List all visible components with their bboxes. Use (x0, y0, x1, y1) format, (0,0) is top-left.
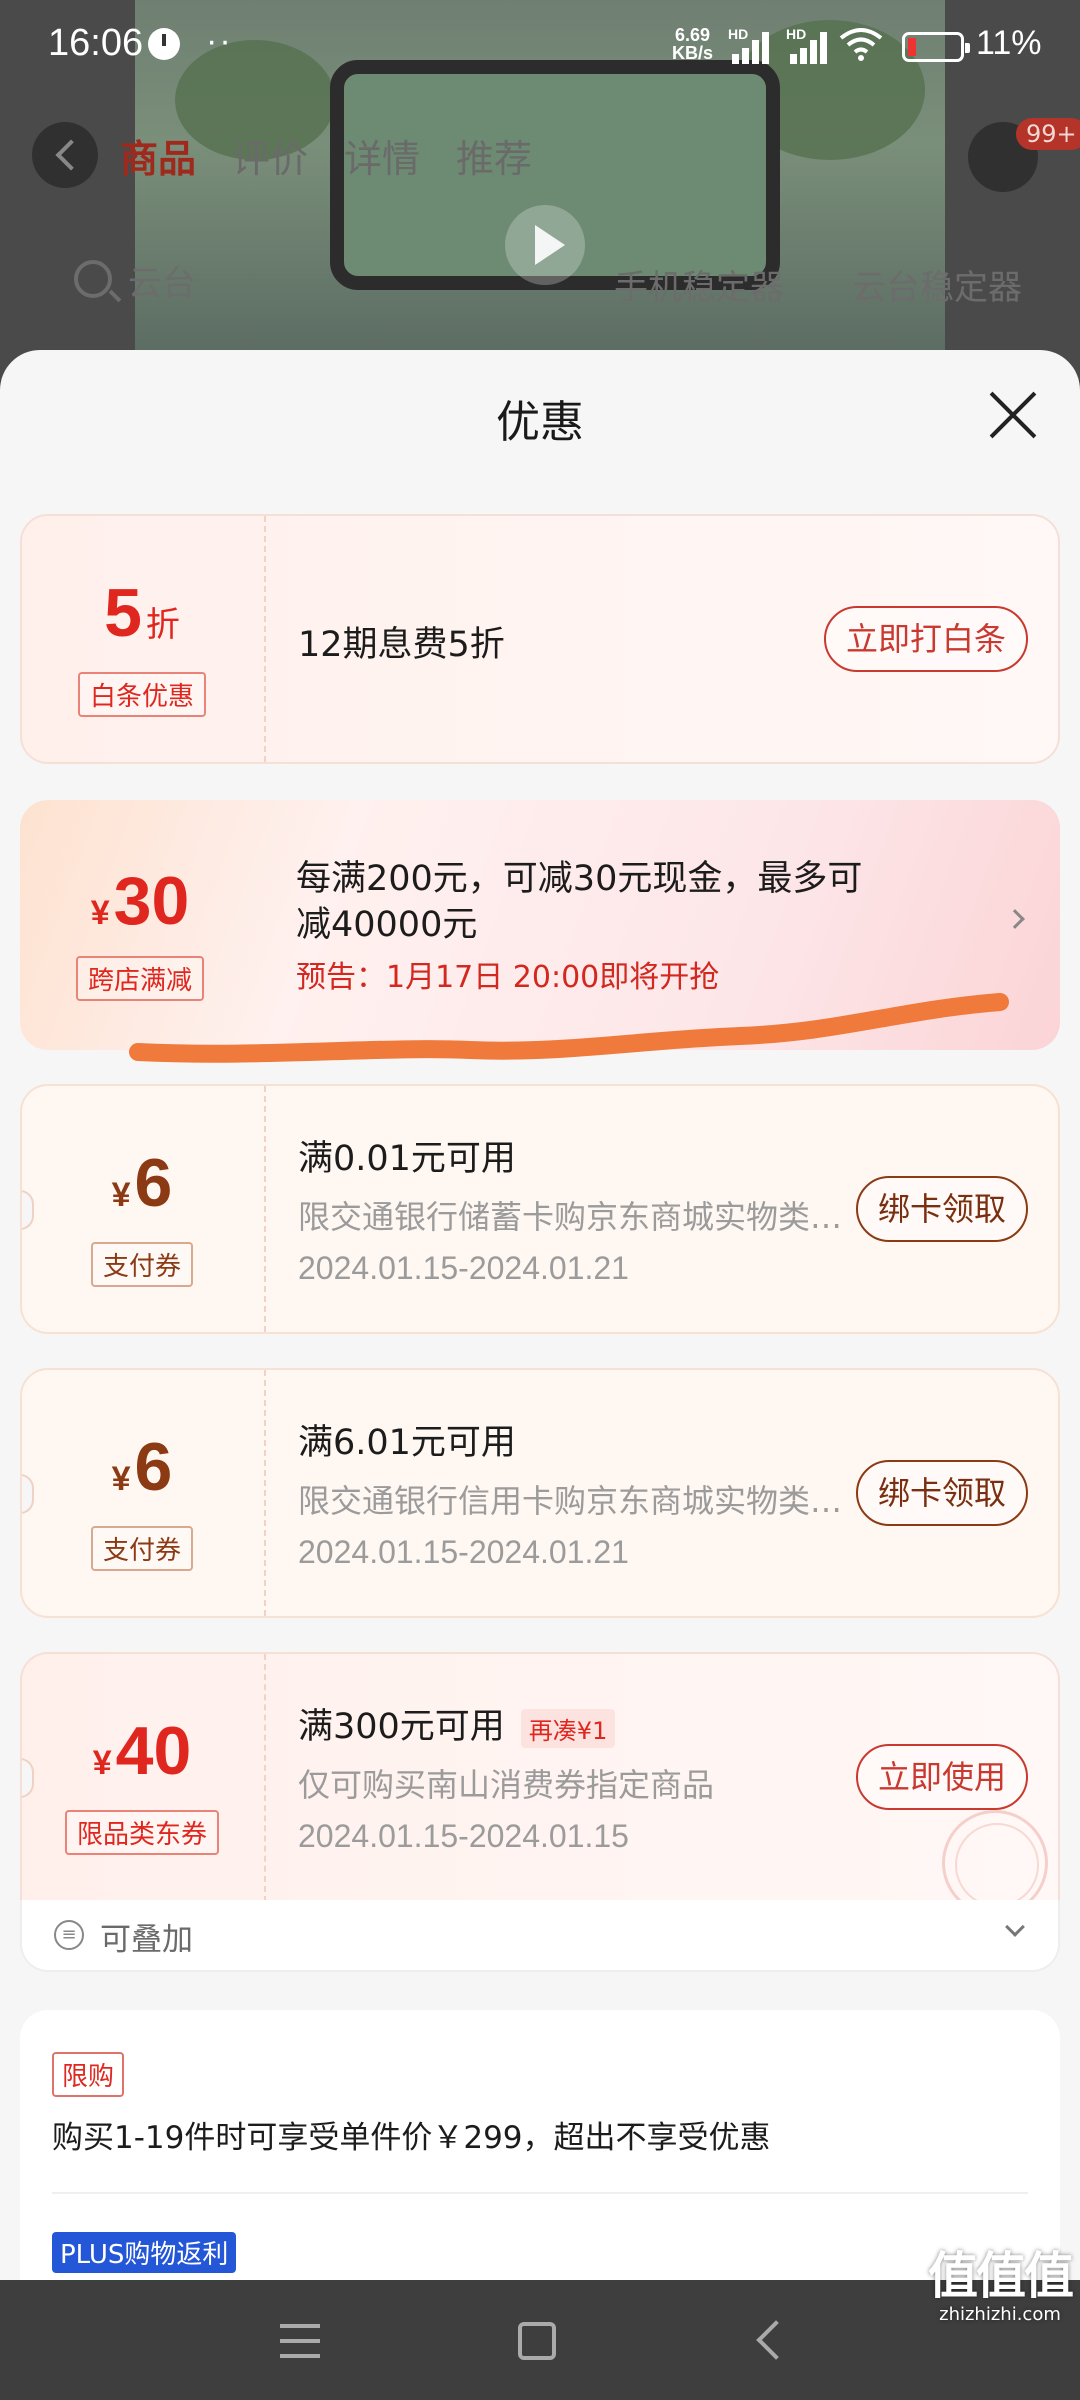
coupon-tag: 限品类东券 (64, 1810, 220, 1855)
watermark-logo: 值值值 zhizhizhi.com (928, 2247, 1074, 2325)
coupon-desc-line-2: 减40000元 (296, 905, 478, 945)
stack-icon: ≡ (54, 1920, 84, 1950)
battery-icon (902, 32, 970, 62)
back-icon[interactable] (32, 122, 98, 188)
coupon-tag: 跨店满减 (75, 956, 205, 1001)
purchase-limit-section: 限购 购买1-19件时可享受单件价￥299，超出不享受优惠 PLUS购物返利 (20, 2010, 1060, 2280)
back-nav-icon[interactable] (756, 2320, 796, 2360)
coupon-tag: 支付券 (90, 1242, 194, 1287)
tab-product[interactable]: 商品 (120, 128, 196, 183)
coupon-restriction: 限交通银行信用卡购京东商城实物类… (298, 1482, 843, 1520)
status-time: 16:06 (48, 22, 144, 64)
coupon-threshold: 满0.01元可用 (298, 1139, 516, 1179)
divider (264, 1654, 266, 1902)
status-bar: 16:06 ·· 6.69 KB/s HD HD 11% (0, 0, 1080, 92)
chevron-right-icon[interactable] (1005, 909, 1025, 929)
sheet-title: 优惠 (496, 397, 584, 448)
divider (264, 516, 266, 762)
tab-recommend[interactable]: 推荐 (456, 128, 532, 183)
baitiao-button[interactable]: 立即打白条 (823, 606, 1028, 672)
chevron-down-icon[interactable] (1005, 1917, 1025, 1937)
divider (264, 1086, 266, 1332)
coupon-amount: ¥40 (92, 1713, 192, 1789)
alarm-clock-icon (148, 28, 180, 60)
coupon-amount: ¥30 (90, 863, 190, 939)
add-more-badge: 再凑¥1 (520, 1708, 616, 1748)
coupon-restriction: 仅可购买南山消费券指定商品 (298, 1766, 715, 1804)
search-tag-2[interactable]: 云台稳定器 (852, 260, 1022, 309)
coupon-card-pay-debit: ¥6 支付券 满0.01元可用 限交通银行储蓄卡购京东商城实物类… 2024.0… (20, 1084, 1060, 1334)
coupon-amount: ¥6 (111, 1145, 173, 1221)
coupon-amount: ¥6 (111, 1429, 173, 1505)
use-now-button[interactable]: 立即使用 (855, 1744, 1028, 1810)
recent-apps-icon[interactable] (280, 2324, 320, 2358)
signal-1-icon (728, 28, 776, 64)
search-query[interactable]: 云台 (128, 256, 196, 305)
coupon-desc-line-1: 每满200元，可减30元现金，最多可 (296, 859, 863, 899)
coupon-tag: 白条优惠 (77, 672, 207, 717)
coupon-validity: 2024.01.15-2024.01.15 (298, 1818, 629, 1854)
tab-details[interactable]: 详情 (344, 128, 420, 183)
coupon-threshold: 满6.01元可用 (298, 1423, 516, 1463)
stackable-row[interactable]: ≡ 可叠加 (20, 1900, 1060, 1972)
search-tag-1[interactable]: 手机稳定器 (614, 260, 784, 309)
divider (52, 2192, 1028, 2194)
signal-2-icon (786, 28, 834, 64)
plus-rebate-tag: PLUS购物返利 (52, 2232, 237, 2273)
discount-sheet: 优惠 5折 白条优惠 12期息费5折 立即打白条 ¥30 跨店满减 每满200元… (0, 350, 1080, 2280)
coupon-card-category: ¥40 限品类东券 满300元可用 再凑¥1 仅可购买南山消费券指定商品 2024… (20, 1652, 1060, 1902)
coupon-tag: 支付券 (90, 1526, 194, 1571)
bind-card-claim-button[interactable]: 绑卡领取 (855, 1460, 1028, 1526)
coupon-amount: 5折 (104, 575, 180, 651)
coupon-card-baitiao: 5折 白条优惠 12期息费5折 立即打白条 (20, 514, 1060, 764)
search-icon[interactable] (74, 260, 112, 298)
system-nav-bar (0, 2280, 1080, 2400)
coupon-validity: 2024.01.15-2024.01.21 (298, 1250, 629, 1286)
coupon-restriction: 限交通银行储蓄卡购京东商城实物类… (298, 1198, 843, 1236)
coupon-threshold: 满300元可用 再凑¥1 (298, 1698, 616, 1749)
message-badge: 99+ (1016, 118, 1080, 150)
close-icon[interactable] (988, 390, 1038, 440)
limit-tag: 限购 (52, 2052, 125, 2097)
home-icon[interactable] (518, 2322, 556, 2360)
play-icon[interactable] (505, 205, 585, 285)
claimed-stamp-icon (942, 1810, 1048, 1902)
coupon-desc: 12期息费5折 (298, 625, 505, 665)
tab-reviews[interactable]: 评价 (232, 128, 308, 183)
divider (264, 1370, 266, 1616)
coupon-card-cross-store[interactable]: ¥30 跨店满减 每满200元，可减30元现金，最多可 减40000元 预告：1… (20, 800, 1060, 1050)
bind-card-claim-button[interactable]: 绑卡领取 (855, 1176, 1028, 1242)
network-speed: 6.69 KB/s (672, 25, 714, 63)
coupon-validity: 2024.01.15-2024.01.21 (298, 1534, 629, 1570)
wifi-icon (839, 28, 883, 61)
product-tabs: 商品 评价 详情 推荐 (120, 128, 532, 183)
notification-dots: ·· (206, 22, 233, 60)
limit-text: 购买1-19件时可享受单件价￥299，超出不享受优惠 (52, 2120, 771, 2156)
presale-notice: 预告：1月17日 20:00即将开抢 (296, 960, 720, 995)
battery-percent: 11% (976, 24, 1042, 62)
stackable-label: 可叠加 (100, 1922, 193, 1958)
coupon-card-pay-credit: ¥6 支付券 满6.01元可用 限交通银行信用卡购京东商城实物类… 2024.0… (20, 1368, 1060, 1618)
